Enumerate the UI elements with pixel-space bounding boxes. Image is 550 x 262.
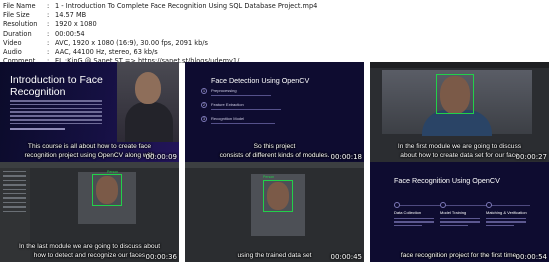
step-label: Preprocessing	[211, 88, 237, 93]
column-matching: Matching & Verification	[486, 210, 527, 227]
step-label: Feature Extraction	[211, 102, 244, 107]
timestamp: 00:00:27	[515, 153, 547, 161]
info-row-file-size: File Size : 14.57 MB	[3, 11, 87, 20]
timeline-line	[394, 205, 530, 206]
info-value: AAC, 44100 Hz, stereo, 63 kb/s	[55, 47, 158, 56]
step-number: 3	[201, 116, 207, 122]
slide-title: Face Detection Using OpenCV	[211, 76, 310, 85]
timestamp: 00:00:09	[145, 153, 177, 161]
info-row-video: Video : AVC, 1920 x 1080 (16:9), 30.00 f…	[3, 38, 208, 47]
info-key: Audio	[3, 47, 22, 56]
face-bounding-box	[263, 180, 293, 212]
face-bounding-box: Person	[92, 170, 122, 206]
face-bounding-box	[436, 74, 474, 114]
info-row-file-name: File Name : 1 - Introduction To Complete…	[3, 2, 318, 10]
box-label: Person	[107, 170, 119, 174]
thumbnail-3: In the first module we are going to disc…	[370, 62, 549, 162]
info-row-duration: Duration : 00:00:54	[3, 29, 85, 38]
timestamp: 00:00:18	[330, 153, 362, 161]
slide-title: Face Recognition Using OpenCV	[394, 176, 500, 185]
step-label: Recognition Model	[211, 116, 245, 121]
info-row-resolution: Resolution : 1920 x 1080	[3, 20, 97, 29]
info-key: Video	[3, 38, 22, 47]
slide-body-text	[10, 100, 102, 126]
thumbnail-4: Person In the last module we are going t…	[0, 162, 179, 262]
ide-tab-bar	[370, 62, 549, 68]
thumbnail-5: Person using the trained data set 00:00:…	[185, 162, 364, 262]
author-line	[10, 128, 65, 130]
step-number: 2	[201, 102, 207, 108]
thumbnail-6: Face Recognition Using OpenCV Data Colle…	[370, 162, 549, 262]
thumbnail-2: Face Detection Using OpenCV 1 Preprocess…	[185, 62, 364, 162]
info-value: AVC, 1920 x 1080 (16:9), 30.00 fps, 2091…	[55, 38, 208, 47]
step-number: 1	[201, 88, 207, 94]
info-row-audio: Audio : AAC, 44100 Hz, stereo, 63 kb/s	[3, 47, 158, 56]
info-key: File Name	[3, 2, 36, 10]
info-value: 1 - Introduction To Complete Face Recogn…	[55, 2, 318, 10]
info-key: Resolution	[3, 20, 38, 29]
column-model-training: Model Training	[440, 210, 480, 227]
webcam-feed	[382, 70, 532, 136]
thumbnail-1: Introduction to Face Recognition This co…	[0, 62, 179, 162]
file-info-panel: File Name : 1 - Introduction To Complete…	[3, 2, 548, 65]
timestamp: 00:00:54	[515, 253, 547, 261]
column-data-collection: Data Collection	[394, 210, 434, 227]
webcam-window: Person	[78, 170, 136, 224]
info-value: 00:00:54	[55, 29, 85, 38]
slide-title: Introduction to Face Recognition	[10, 74, 103, 98]
info-key: Duration	[3, 29, 32, 38]
webcam-window: Person	[251, 174, 305, 236]
info-key: File Size	[3, 11, 30, 20]
box-label: Person	[263, 175, 275, 179]
timestamp: 00:00:36	[145, 253, 177, 261]
info-value: 1920 x 1080	[55, 20, 97, 29]
ide-menu-bar	[185, 162, 364, 168]
info-value: 14.57 MB	[55, 11, 87, 20]
timestamp: 00:00:45	[330, 253, 362, 261]
presenter-photo	[117, 62, 179, 142]
